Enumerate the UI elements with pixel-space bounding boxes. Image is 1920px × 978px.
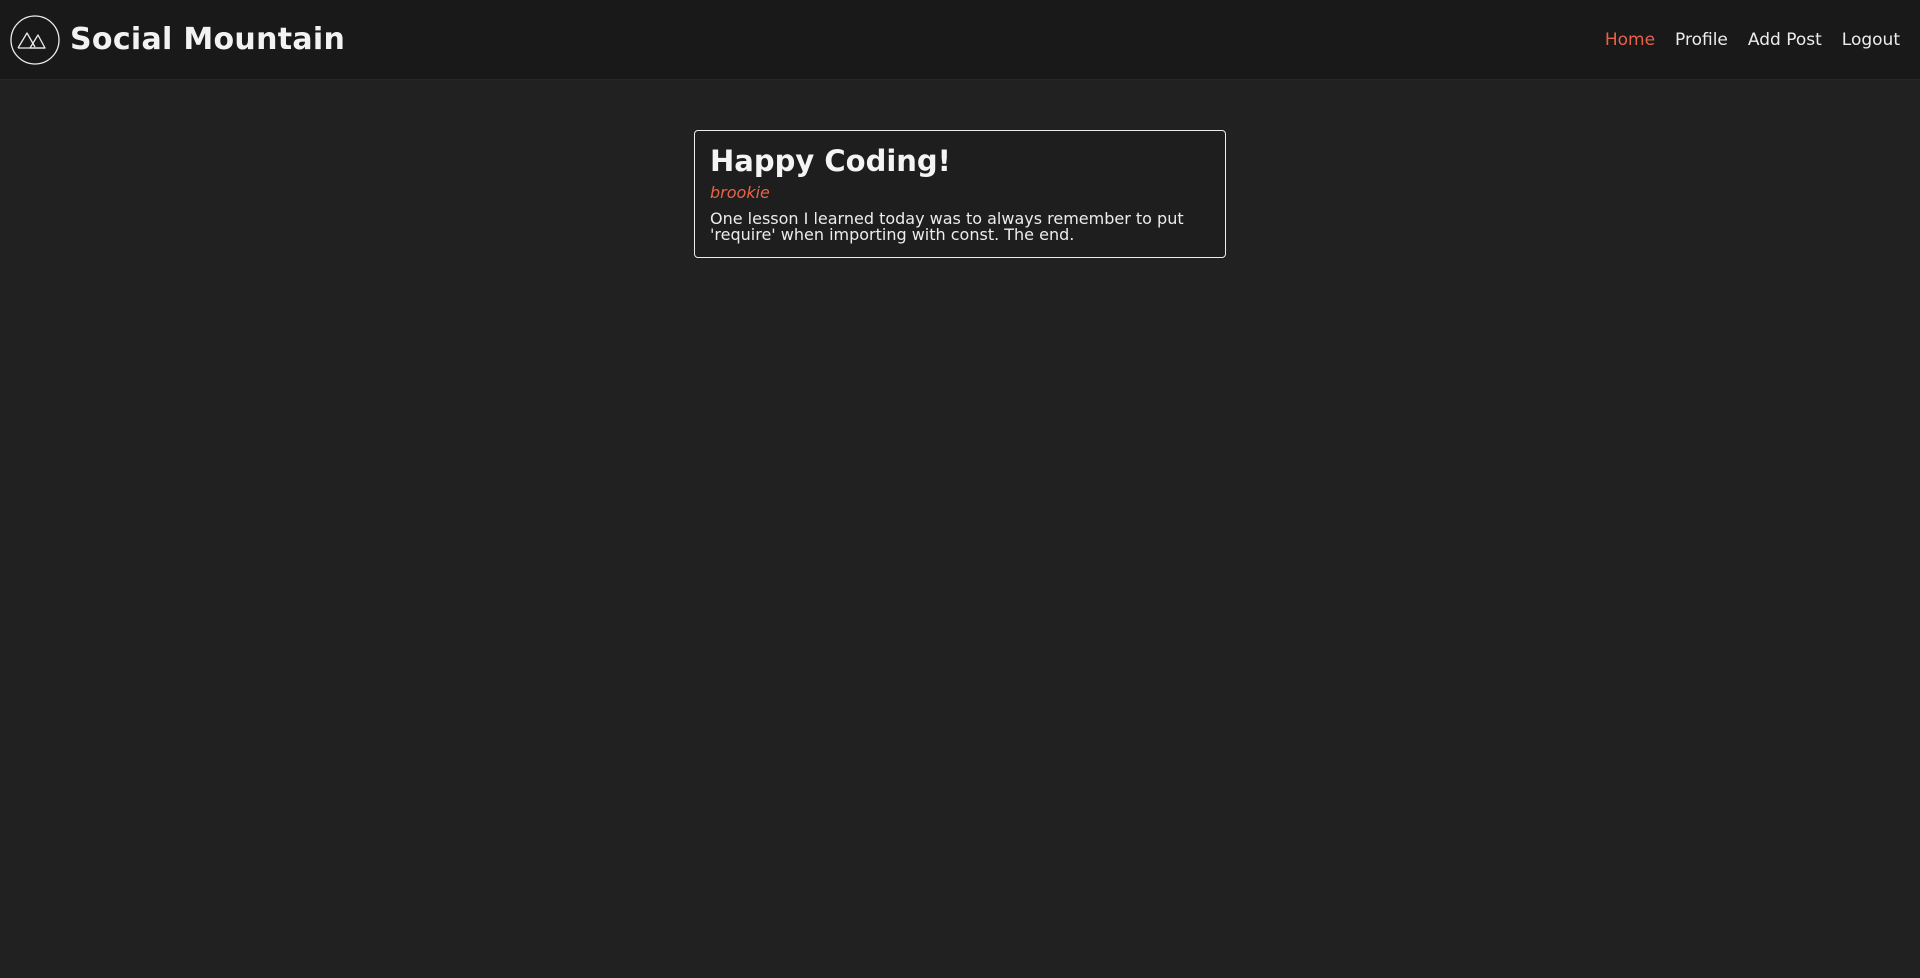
site-brand-title[interactable]: Social Mountain bbox=[70, 22, 345, 58]
main-nav: Home Profile Add Post Logout bbox=[1605, 30, 1900, 50]
mountain-logo-icon[interactable] bbox=[10, 15, 60, 65]
nav-home-link[interactable]: Home bbox=[1605, 30, 1655, 50]
nav-add-post-link[interactable]: Add Post bbox=[1748, 30, 1822, 50]
post-body: One lesson I learned today was to always… bbox=[710, 209, 1184, 244]
nav-profile-link[interactable]: Profile bbox=[1675, 30, 1728, 50]
post-card: Happy Coding! brookie One lesson I learn… bbox=[694, 130, 1226, 258]
post-title: Happy Coding! bbox=[710, 144, 951, 178]
site-header: Social Mountain Home Profile Add Post Lo… bbox=[0, 0, 1920, 80]
post-author: brookie bbox=[710, 183, 770, 202]
nav-logout-link[interactable]: Logout bbox=[1842, 30, 1900, 50]
